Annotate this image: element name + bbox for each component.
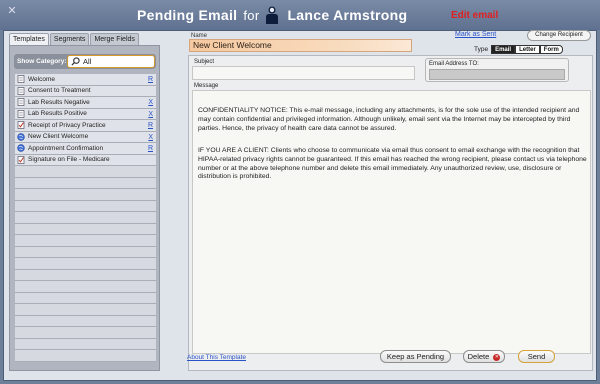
keep-pending-button[interactable]: Keep as Pending — [380, 350, 451, 363]
template-label: Signature on File - Medicare — [28, 156, 110, 164]
person-icon — [266, 6, 279, 24]
list-item — [15, 189, 156, 201]
message-paragraph-1: CONFIDENTIALITY NOTICE: This e-mail mess… — [198, 107, 580, 132]
checked-document-icon — [17, 155, 25, 164]
type-option-email[interactable]: Email — [491, 45, 516, 54]
tab-merge-fields[interactable]: Merge Fields — [90, 33, 139, 45]
list-item — [15, 258, 156, 270]
document-icon — [17, 109, 25, 118]
template-row-privacy-receipt[interactable]: Receipt of Privacy Practice R — [15, 120, 156, 132]
change-recipient-button[interactable]: Change Recipient — [527, 30, 591, 41]
mark-as-sent-link[interactable]: Mark as Sent — [455, 31, 496, 38]
list-item — [15, 315, 156, 327]
document-icon — [17, 86, 25, 95]
list-item — [15, 246, 156, 258]
list-item — [15, 304, 156, 316]
search-icon — [71, 57, 80, 66]
email-address-field[interactable] — [429, 69, 565, 80]
template-row-lab-negative[interactable]: Lab Results Negative X — [15, 97, 156, 109]
close-icon[interactable]: ✕ — [6, 5, 18, 17]
template-label: Lab Results Negative — [28, 98, 90, 106]
template-label: Consent to Treatment — [28, 87, 91, 95]
template-list-panel: Show Category: All Welcome R Consent to … — [9, 45, 160, 371]
delete-button[interactable]: Delete ✕ — [463, 350, 505, 363]
type-option-letter[interactable]: Letter — [515, 45, 540, 54]
edit-email-link[interactable]: Edit email — [451, 10, 498, 21]
name-field[interactable]: New Client Welcome — [189, 39, 412, 52]
list-item — [15, 350, 156, 362]
template-row-welcome[interactable]: Welcome R — [15, 74, 156, 86]
list-item — [15, 269, 156, 281]
email-address-box: Email Address TO: — [425, 58, 569, 82]
template-tag[interactable]: X — [148, 132, 153, 143]
template-tag[interactable]: R — [148, 143, 153, 154]
email-content-panel: Subject Email Address TO: Message CONFID… — [188, 55, 593, 371]
message-body[interactable]: CONFIDENTIALITY NOTICE: This e-mail mess… — [192, 90, 591, 354]
template-row-consent[interactable]: Consent to Treatment — [15, 85, 156, 97]
send-button[interactable]: Send — [518, 350, 555, 363]
globe-icon — [17, 133, 25, 141]
category-value: All — [83, 57, 92, 66]
delete-label: Delete — [467, 352, 490, 361]
message-label: Message — [194, 83, 219, 89]
subject-field[interactable] — [192, 66, 415, 80]
left-tabs: Templates Segments Merge Fields — [9, 33, 139, 45]
tab-segments[interactable]: Segments — [49, 33, 90, 45]
template-label: New Client Welcome — [28, 133, 89, 141]
template-row-signature[interactable]: Signature on File - Medicare — [15, 154, 156, 166]
list-item — [15, 235, 156, 247]
template-row-appointment[interactable]: Appointment Confirmation R — [15, 143, 156, 155]
list-item — [15, 338, 156, 350]
title-for: for — [243, 7, 260, 23]
template-tag[interactable]: R — [148, 74, 153, 85]
type-option-form[interactable]: Form — [539, 45, 563, 54]
template-tag[interactable]: R — [148, 120, 153, 131]
title-prefix: Pending Email — [137, 7, 238, 23]
window-title: Pending Email for Lance Armstrong — [137, 5, 407, 25]
list-item — [15, 223, 156, 235]
template-list: Welcome R Consent to Treatment Lab Resul… — [15, 74, 156, 362]
list-item — [15, 200, 156, 212]
list-item — [15, 281, 156, 293]
show-category-label: Show Category: — [17, 58, 67, 65]
main-frame: Templates Segments Merge Fields Show Cat… — [3, 30, 597, 381]
template-label: Receipt of Privacy Practice — [28, 121, 106, 129]
template-label: Appointment Confirmation — [28, 144, 104, 152]
tab-templates[interactable]: Templates — [9, 33, 49, 45]
globe-icon — [17, 144, 25, 152]
about-template-link[interactable]: About This Template — [187, 354, 246, 361]
email-editor: Name New Client Welcome Mark as Sent Cha… — [185, 30, 594, 381]
message-paragraph-2: IF YOU ARE A CLIENT: Clients who choose … — [198, 147, 587, 181]
template-label: Lab Results Positive — [28, 110, 87, 118]
list-item — [15, 177, 156, 189]
template-label: Welcome — [28, 75, 55, 83]
delete-icon: ✕ — [493, 353, 501, 361]
template-tag[interactable]: X — [148, 109, 153, 120]
list-item — [15, 212, 156, 224]
subject-label: Subject — [194, 59, 215, 65]
email-address-label: Email Address TO: — [429, 61, 479, 67]
category-select[interactable]: All — [67, 55, 155, 68]
template-row-new-client[interactable]: New Client Welcome X — [15, 131, 156, 143]
checked-document-icon — [17, 121, 25, 130]
show-category-bar: Show Category: All — [14, 54, 156, 69]
patient-name: Lance Armstrong — [287, 7, 408, 23]
templates-panel: Templates Segments Merge Fields Show Cat… — [9, 33, 160, 371]
type-selector: Type Email Letter Form — [474, 44, 563, 55]
template-tag[interactable]: X — [148, 97, 153, 108]
list-item — [15, 292, 156, 304]
type-label: Type — [474, 46, 489, 53]
document-icon — [17, 75, 25, 84]
document-icon — [17, 98, 25, 107]
template-row-lab-positive[interactable]: Lab Results Positive X — [15, 108, 156, 120]
title-bar: ✕ Pending Email for Lance Armstrong Edit… — [0, 0, 600, 30]
list-item — [15, 166, 156, 178]
list-item — [15, 327, 156, 339]
